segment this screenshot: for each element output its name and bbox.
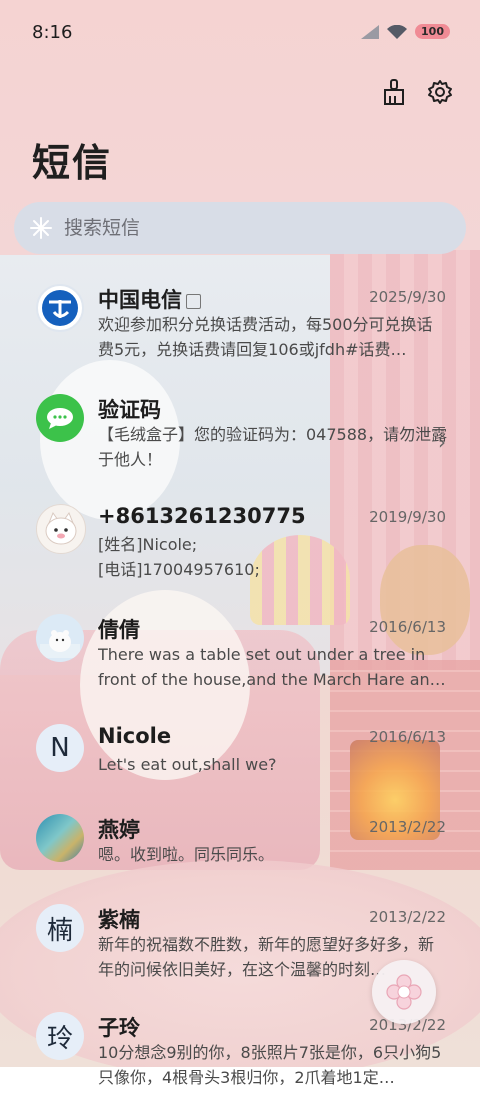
contact-avatar: 楠 bbox=[36, 904, 84, 952]
message-preview: 【毛绒盒子】您的验证码为：047588，请勿泄露于他人！ bbox=[98, 425, 448, 469]
snowflake-search-icon bbox=[30, 217, 52, 239]
contact-name: 子玲 bbox=[98, 1016, 140, 1040]
message-preview: 欢迎参加积分兑换话费活动，每500分可兑换话费5元，兑换话费请回复106或jfd… bbox=[98, 315, 433, 359]
broom-clean-icon[interactable] bbox=[380, 78, 408, 106]
status-time: 8:16 bbox=[32, 22, 73, 43]
contact-name: 中国电信 bbox=[98, 284, 201, 314]
china-telecom-logo-icon bbox=[36, 284, 84, 332]
landscape-avatar-icon bbox=[36, 814, 84, 862]
contact-name: 验证码 bbox=[98, 398, 161, 422]
message-date: 2016/6/13 bbox=[369, 618, 446, 636]
contact-name: 紫楠 bbox=[98, 908, 140, 932]
conversation-item[interactable]: 中国电信 2025/9/30 欢迎参加积分兑换话费活动，每500分可兑换话费5元… bbox=[0, 270, 480, 378]
message-date: 2019/9/30 bbox=[369, 508, 446, 526]
conversation-item[interactable]: 倩倩 2016/6/13 There was a table set out u… bbox=[0, 600, 480, 708]
contact-name: 倩倩 bbox=[98, 618, 140, 642]
message-date: 2013/2/22 bbox=[369, 818, 446, 836]
conversation-item[interactable]: +8613261230775 2019/9/30 [姓名]Nicole; [电话… bbox=[0, 490, 480, 598]
message-date: 2025/9/30 bbox=[369, 288, 446, 306]
contact-avatar: 玲 bbox=[36, 1012, 84, 1060]
contact-name: +8613261230775 bbox=[98, 504, 306, 528]
message-preview: [姓名]Nicole; [电话]17004957610; bbox=[98, 535, 260, 579]
search-bar[interactable] bbox=[14, 202, 466, 254]
compose-button[interactable] bbox=[372, 960, 436, 1024]
compose-flower-icon bbox=[386, 974, 422, 1010]
settings-gear-icon[interactable] bbox=[426, 78, 454, 106]
contact-name: Nicole bbox=[98, 724, 172, 748]
message-preview: 10分想念9别的你，8张照片7张是你，6只小狗5只像你，4根骨头3根归你，2爪着… bbox=[98, 1043, 442, 1087]
cell-signal-icon bbox=[361, 24, 380, 39]
edit-icon bbox=[186, 293, 201, 309]
contact-name: 燕婷 bbox=[98, 818, 140, 842]
message-preview: There was a table set out under a tree i… bbox=[98, 645, 446, 689]
message-preview: 嗯。收到啦。同乐同乐。 bbox=[98, 845, 275, 864]
battery-indicator: 100 bbox=[415, 24, 450, 39]
conversation-item[interactable]: 验证码 › 【毛绒盒子】您的验证码为：047588，请勿泄露于他人！ bbox=[0, 380, 480, 488]
wifi-icon bbox=[387, 24, 408, 39]
message-app-icon bbox=[36, 394, 84, 442]
message-preview: Let's eat out,shall we? bbox=[98, 755, 277, 774]
contact-avatar: N bbox=[36, 724, 84, 772]
status-bar: 8:16 100 bbox=[0, 0, 480, 66]
message-date: 2016/6/13 bbox=[369, 728, 446, 746]
message-date: 2013/2/22 bbox=[369, 908, 446, 926]
search-input[interactable] bbox=[62, 216, 446, 240]
page-title: 短信 bbox=[32, 141, 113, 185]
cat-avatar-icon bbox=[36, 504, 86, 554]
polar-bear-avatar-icon bbox=[36, 614, 84, 662]
